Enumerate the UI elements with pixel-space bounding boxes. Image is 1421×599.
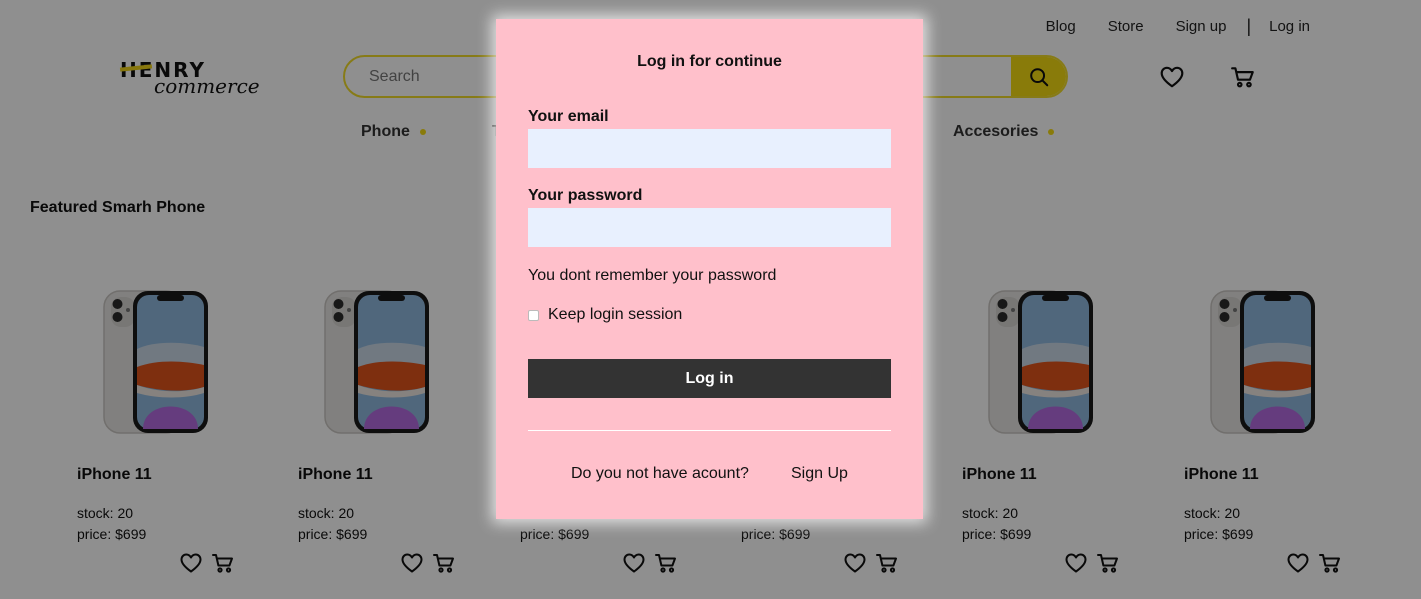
signup-link[interactable]: Sign Up <box>791 465 848 483</box>
forgot-password-link[interactable]: You dont remember your password <box>528 267 776 285</box>
keep-session-option[interactable]: Keep login session <box>528 306 682 324</box>
email-field[interactable] <box>528 129 891 168</box>
login-button[interactable]: Log in <box>528 359 891 398</box>
password-field[interactable] <box>528 208 891 247</box>
keep-session-label: Keep login session <box>548 306 683 323</box>
keep-session-checkbox[interactable] <box>528 309 539 321</box>
email-label: Your email <box>528 108 609 125</box>
modal-title: Log in for continue <box>637 53 782 70</box>
password-label: Your password <box>528 187 643 204</box>
login-modal: Log in for continue Your email Your pass… <box>496 19 923 519</box>
no-account-text: Do you not have acount? <box>571 465 749 482</box>
modal-divider <box>528 430 891 431</box>
